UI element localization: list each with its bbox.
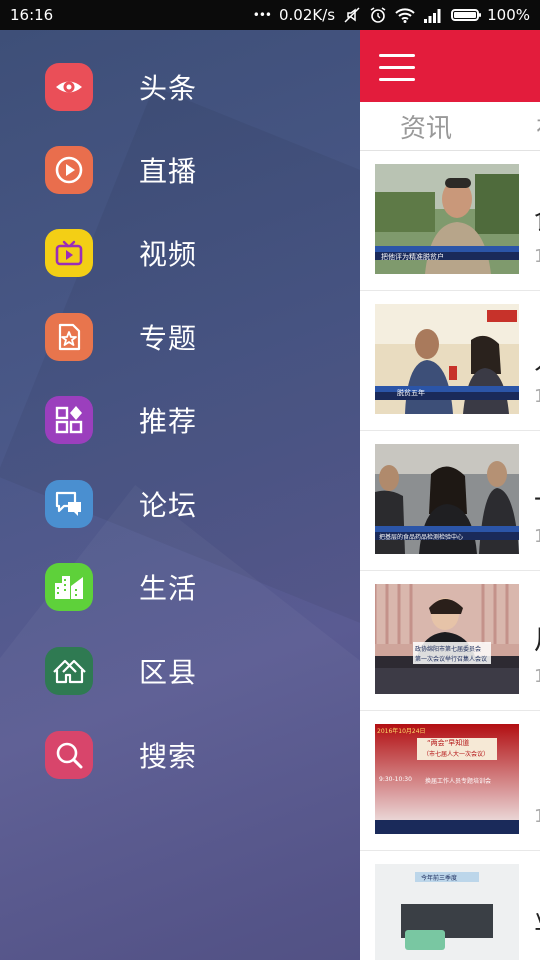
news-thumbnail: 政协绵阳市第七届委员会 第一次会议举行召集人会议 <box>375 584 519 694</box>
menu-label-search: 搜索 <box>139 740 198 773</box>
menu-label-forum: 论坛 <box>139 489 198 522</box>
alarm-clock-icon <box>370 7 386 23</box>
city-buildings-icon <box>45 563 93 611</box>
news-title: 一 <box>534 480 540 517</box>
menu-item-live[interactable]: 直播 <box>45 146 345 194</box>
news-item[interactable]: 脱贫五年 人 1 <box>360 290 540 431</box>
thumbnail-caption: 第一次会议举行召集人会议 <box>415 656 488 663</box>
news-item[interactable]: 把基层的食品药品检测检验中心 一 1 <box>360 430 540 571</box>
thumbnail-caption: 政协绵阳市第七届委员会 <box>415 646 482 653</box>
main-content: 资讯 视 把他评为精准脱贫户 食 1 <box>360 30 540 960</box>
status-icons: ••• 0.02K/s 100% <box>253 6 530 24</box>
menu-item-topics[interactable]: 专题 <box>45 313 345 361</box>
news-title: 业 <box>534 900 540 937</box>
news-thumbnail: 今年前三季度 <box>375 864 519 960</box>
news-thumbnail: 把基层的食品药品检测检验中心 <box>375 444 519 554</box>
tab-news[interactable]: 资讯 <box>400 108 452 145</box>
menu-label-life: 生活 <box>139 572 198 605</box>
category-tabs: 资讯 视 <box>360 102 540 151</box>
signal-icon <box>424 9 441 23</box>
news-date: 1 <box>534 386 540 407</box>
news-date: 1 <box>534 806 540 827</box>
news-title: 片 <box>534 620 540 657</box>
menu-label-topics: 专题 <box>139 322 198 355</box>
thumbnail-headline: “两会”早知道 <box>427 739 470 747</box>
tv-icon <box>45 229 93 277</box>
tab-video[interactable]: 视 <box>536 108 540 145</box>
news-title: 食 <box>534 200 540 237</box>
news-date: 1 <box>534 666 540 687</box>
news-thumbnail: 2016年10月24日 “两会”早知道 （市七届人大一次会议） 9:30-10:… <box>375 724 519 834</box>
menu-item-forum[interactable]: 论坛 <box>45 480 345 528</box>
news-item[interactable]: 政协绵阳市第七届委员会 第一次会议举行召集人会议 片 1 <box>360 570 540 711</box>
menu-label-headlines: 头条 <box>139 72 198 105</box>
battery-level <box>454 12 477 18</box>
mute-icon <box>344 7 360 23</box>
menu-item-recommend[interactable]: 推荐 <box>45 396 345 444</box>
menu-item-video[interactable]: 视频 <box>45 229 345 277</box>
menu-label-districts: 区县 <box>139 656 198 689</box>
news-date: 1 <box>534 246 540 267</box>
navigation-drawer: 头条 直播 视频 专题 推荐 论坛 生活 区县 搜索 <box>0 30 360 960</box>
star-document-icon <box>45 313 93 361</box>
news-thumbnail: 把他评为精准脱贫户 <box>375 164 519 274</box>
news-date: 1 <box>534 526 540 547</box>
menu-label-live: 直播 <box>139 155 198 188</box>
thumbnail-caption: 把他评为精准脱贫户 <box>381 253 444 261</box>
news-thumbnail: 脱贫五年 <box>375 304 519 414</box>
status-time: 16:16 <box>10 6 54 24</box>
houses-icon <box>45 647 93 695</box>
menu-label-recommend: 推荐 <box>139 405 198 438</box>
thumbnail-text: 换届工作人员专题培训会 <box>425 778 492 785</box>
thumbnail-subtitle: （市七届人大一次会议） <box>423 751 490 758</box>
menu-item-districts[interactable]: 区县 <box>45 647 345 695</box>
news-item[interactable]: 把他评为精准脱贫户 食 1 <box>360 150 540 291</box>
play-circle-icon <box>45 146 93 194</box>
eye-icon <box>45 63 93 111</box>
more-dots-icon: ••• <box>252 8 272 22</box>
news-item[interactable]: 今年前三季度 业 <box>360 850 540 960</box>
battery-icon <box>451 9 482 21</box>
news-item[interactable]: 2016年10月24日 “两会”早知道 （市七届人大一次会议） 9:30-10:… <box>360 710 540 851</box>
grid-diamond-icon <box>45 396 93 444</box>
wifi-icon <box>395 8 415 23</box>
top-app-bar <box>360 30 540 102</box>
menu-hamburger-icon[interactable] <box>379 54 415 82</box>
thumbnail-caption: 今年前三季度 <box>421 875 458 882</box>
thumbnail-caption: 把基层的食品药品检测检验中心 <box>379 534 464 541</box>
thumbnail-caption: 脱贫五年 <box>397 389 425 397</box>
menu-label-video: 视频 <box>139 238 198 271</box>
menu-item-search[interactable]: 搜索 <box>45 731 345 779</box>
battery-percent: 100% <box>487 6 530 24</box>
thumbnail-time: 9:30-10:30 <box>379 776 412 783</box>
chat-bubbles-icon <box>45 480 93 528</box>
thumbnail-date: 2016年10月24日 <box>377 728 426 735</box>
search-icon <box>45 731 93 779</box>
news-title: 人 <box>534 340 540 377</box>
network-speed: 0.02K/s <box>279 6 336 24</box>
menu-item-headlines[interactable]: 头条 <box>45 63 345 111</box>
status-bar: 16:16 ••• 0.02K/s 100% <box>0 0 540 30</box>
menu-item-life[interactable]: 生活 <box>45 563 345 611</box>
